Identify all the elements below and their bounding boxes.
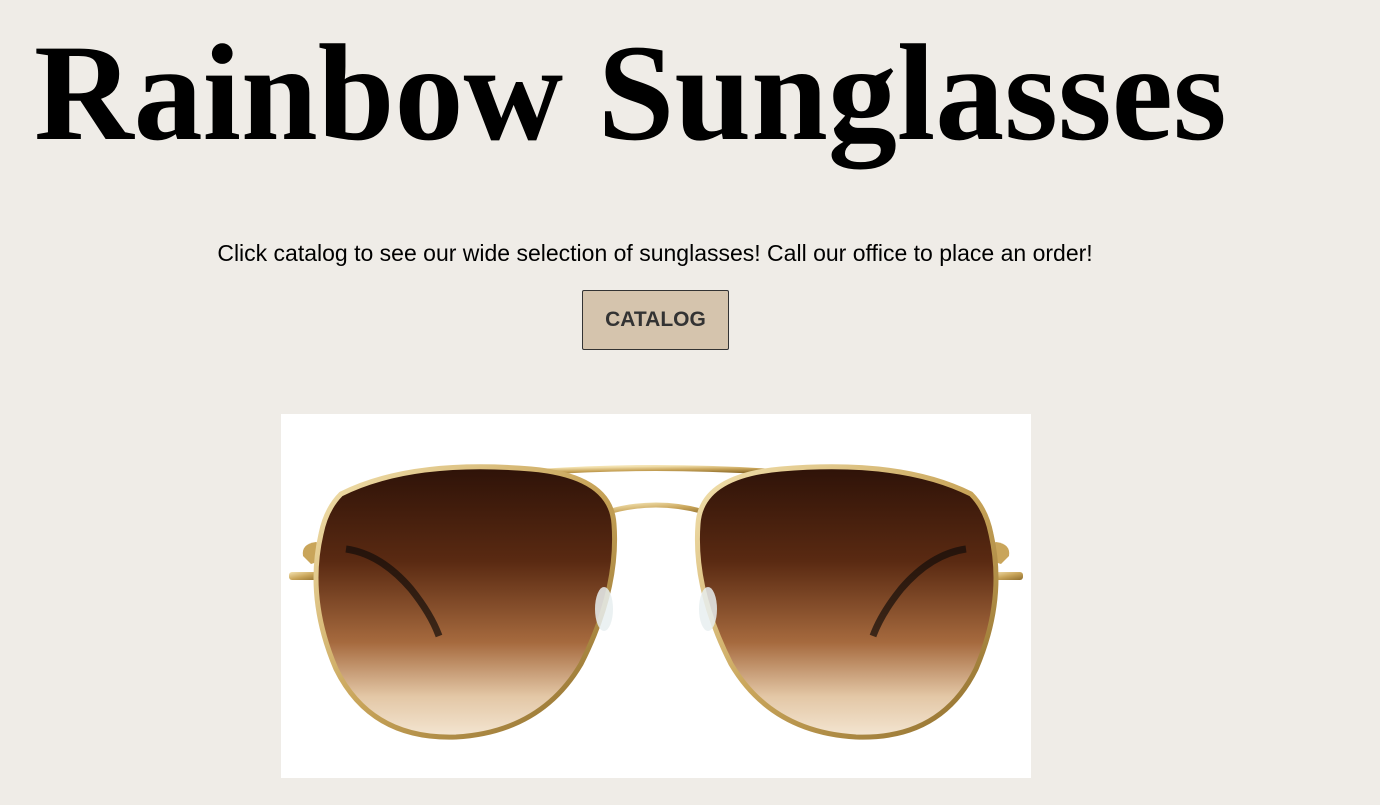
page: Rainbow Sunglasses Click catalog to see … [0, 0, 1380, 805]
aviator-sunglasses-icon [281, 414, 1031, 778]
catalog-button[interactable]: CATALOG [582, 290, 729, 350]
page-title: Rainbow Sunglasses [34, 16, 1227, 169]
tagline-text: Click catalog to see our wide selection … [217, 240, 1093, 266]
sunglasses-image [281, 414, 1031, 778]
